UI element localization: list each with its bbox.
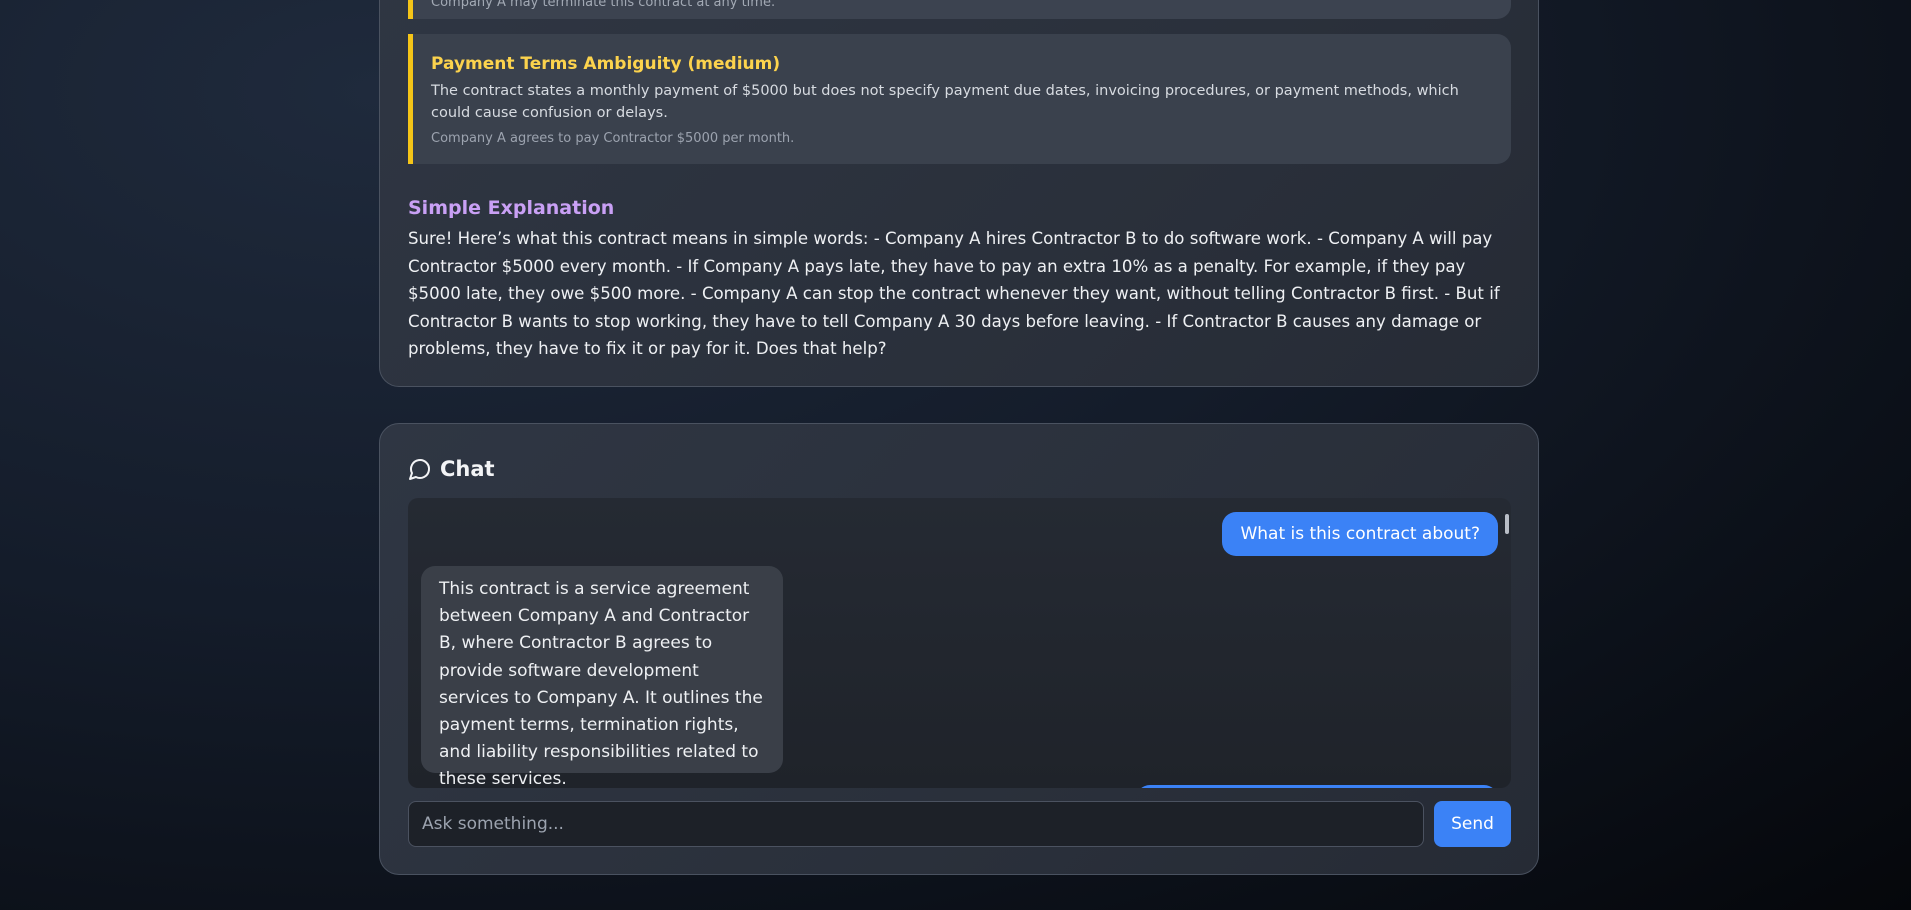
scrollbar-thumb[interactable]: [1505, 514, 1509, 534]
issue-quote: Company A may terminate this contract at…: [431, 0, 776, 10]
send-button[interactable]: Send: [1434, 801, 1511, 847]
user-message: What is this contract about?: [1222, 512, 1498, 556]
issue-quote: Company A agrees to pay Contractor $5000…: [431, 131, 795, 146]
chat-messages[interactable]: What is this contract about? This contra…: [408, 498, 1511, 788]
chat-panel: Chat What is this contract about? This c…: [379, 423, 1539, 875]
issue-card-previous: Company A may terminate this contract at…: [408, 0, 1511, 19]
user-message: [1136, 785, 1498, 788]
chat-bubble-icon: [408, 457, 432, 481]
issue-card: Payment Terms Ambiguity (medium) The con…: [408, 34, 1511, 164]
explanation-heading: Simple Explanation: [408, 197, 615, 219]
chat-title: Chat: [440, 457, 495, 481]
issue-description: The contract states a monthly payment of…: [431, 83, 1459, 121]
issue-title: Payment Terms Ambiguity (medium): [431, 54, 781, 74]
explanation-body: Sure! Here’s what this contract means in…: [408, 229, 1500, 358]
chat-input[interactable]: [408, 801, 1424, 847]
assistant-message: This contract is a service agreement bet…: [421, 566, 783, 788]
chat-header: Chat: [408, 454, 495, 484]
analysis-card: Company A may terminate this contract at…: [379, 0, 1539, 387]
